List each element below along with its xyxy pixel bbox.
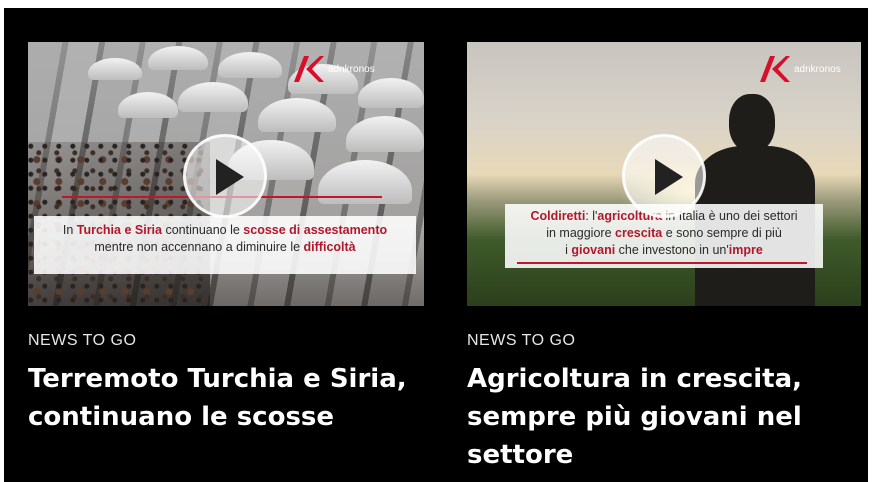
video-thumbnail[interactable]: adnkronos Coldiretti: l'agricoltura in I… <box>467 42 861 306</box>
caption-line-2: in maggiore crescita e sono sempre di pi… <box>505 225 823 242</box>
video-thumbnail[interactable]: adnkronos In Turchia e Siria continuano … <box>28 42 424 306</box>
caption-line-1: In Turchia e Siria continuano le scosse … <box>34 222 416 239</box>
caption-line-3: i giovani che investono in un'impre <box>505 242 823 259</box>
adnkronos-logo-icon <box>760 56 790 82</box>
article-headline[interactable]: Agricoltura in crescita, sempre più giov… <box>467 360 861 474</box>
play-button[interactable] <box>183 134 267 218</box>
caption-highlight: giovani <box>571 243 616 257</box>
caption-text: che investono in un' <box>615 243 729 257</box>
article-headline[interactable]: Terremoto Turchia e Siria, continuano le… <box>28 360 424 436</box>
caption-highlight: scosse di assestamento <box>243 223 388 237</box>
caption-red-rule <box>517 262 807 264</box>
caption-highlight: Coldiretti <box>530 209 586 223</box>
headline-line-1: Terremoto Turchia e Siria, <box>28 364 407 394</box>
headline-line-3: settore <box>467 440 574 470</box>
adnkronos-logo-icon <box>294 56 324 82</box>
caption-text: In <box>62 223 77 237</box>
section-label[interactable]: NEWS TO GO <box>28 332 424 350</box>
frame-right-border <box>868 0 872 482</box>
caption-highlight: Turchia e Siria <box>76 223 162 237</box>
news-card-earthquake[interactable]: adnkronos In Turchia e Siria continuano … <box>28 42 424 436</box>
headline-line-2: continuano le scosse <box>28 402 335 432</box>
caption-highlight: difficoltà <box>303 240 356 254</box>
brand-name: adnkronos <box>794 63 841 75</box>
video-caption: In Turchia e Siria continuano le scosse … <box>34 216 416 274</box>
caption-text: : l' <box>585 209 598 223</box>
caption-text: in maggiore <box>546 226 615 240</box>
section-label[interactable]: NEWS TO GO <box>467 332 861 350</box>
brand-name: adnkronos <box>328 63 375 75</box>
play-icon <box>216 159 244 195</box>
farmer-silhouette-image <box>695 94 815 306</box>
news-card-agriculture[interactable]: adnkronos Coldiretti: l'agricoltura in I… <box>467 42 861 474</box>
play-icon <box>655 159 683 195</box>
caption-highlight: crescita <box>615 226 663 240</box>
caption-text: e sono sempre di più <box>662 226 782 240</box>
brand-logo: adnkronos <box>760 56 841 82</box>
frame-left-border <box>0 0 4 482</box>
frame-top-border <box>0 0 872 8</box>
caption-highlight: impre <box>728 243 763 257</box>
play-button[interactable] <box>622 134 706 218</box>
headline-line-1: Agricoltura in crescita, <box>467 364 803 394</box>
caption-text: continuano le <box>161 223 244 237</box>
page-frame: adnkronos In Turchia e Siria continuano … <box>0 0 872 482</box>
caption-text: mentre non accennano a diminuire le <box>94 240 304 254</box>
brand-logo: adnkronos <box>294 56 375 82</box>
caption-line-2: mentre non accennano a diminuire le diff… <box>34 239 416 256</box>
headline-line-2: sempre più giovani nel <box>467 402 802 432</box>
